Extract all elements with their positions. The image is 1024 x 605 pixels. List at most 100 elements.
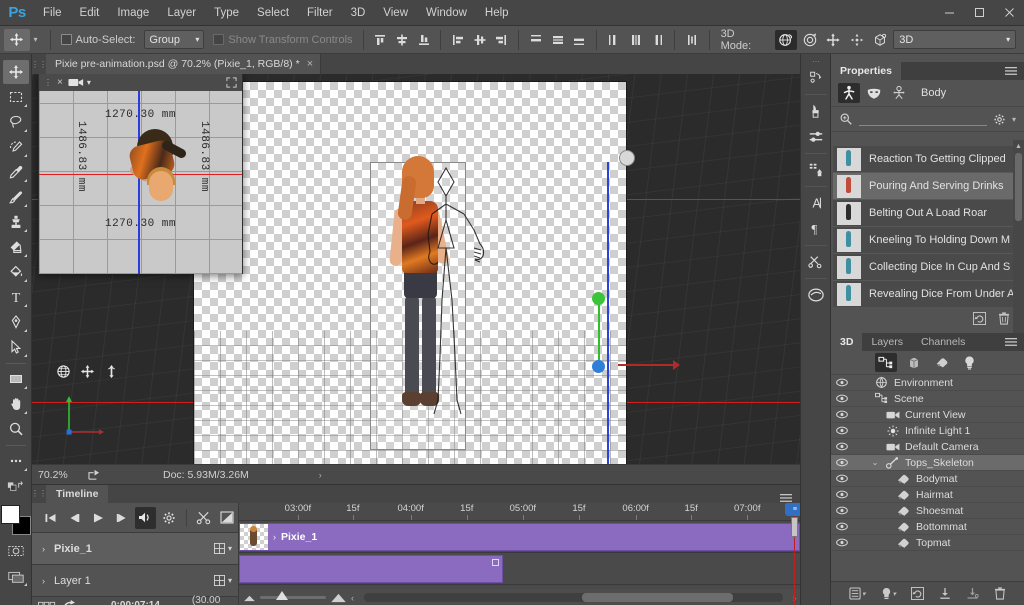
maximize-button[interactable] [964, 0, 994, 26]
menu-help[interactable]: Help [476, 0, 518, 26]
eraser-tool[interactable] [3, 235, 29, 259]
render-icon[interactable] [911, 587, 925, 600]
auto-select-target-dropdown[interactable]: Group ▾ [144, 30, 205, 49]
menu-edit[interactable]: Edit [71, 0, 109, 26]
track-options[interactable]: ▾ [213, 575, 232, 586]
tab-channels[interactable]: Channels [912, 333, 974, 351]
distribute-left-edges-icon[interactable] [604, 30, 624, 50]
tab-properties[interactable]: Properties [831, 62, 901, 80]
timeline-zoom-slider[interactable] [260, 591, 326, 600]
track-options[interactable]: ▾ [213, 543, 232, 554]
visibility-toggle-eye-icon[interactable] [834, 394, 849, 403]
share-icon[interactable] [88, 469, 101, 481]
timeline-clip[interactable] [239, 555, 503, 583]
tree-item-environment[interactable]: Environment [831, 375, 1024, 391]
orbit-globe-icon[interactable] [56, 364, 71, 379]
status-expand-icon[interactable]: › [319, 470, 322, 480]
align-bottom-edges-icon[interactable] [414, 30, 434, 50]
expand-track-caret-icon[interactable]: › [42, 576, 54, 586]
add-mesh-icon[interactable]: ▾ [849, 587, 866, 600]
close-button[interactable] [994, 0, 1024, 26]
path-selection-tool[interactable] [3, 335, 29, 359]
rectangular-marquee-tool[interactable] [3, 85, 29, 109]
scale-3d-icon[interactable] [870, 30, 892, 50]
search-input[interactable] [859, 112, 987, 126]
move-tool[interactable] [2, 60, 29, 84]
go-to-first-frame-button[interactable] [40, 507, 62, 529]
auto-select-box[interactable] [60, 34, 72, 45]
refresh-icon[interactable] [973, 311, 986, 325]
color-swatches[interactable] [0, 505, 31, 535]
delete-icon[interactable] [998, 311, 1010, 325]
distribute-top-edges-icon[interactable] [526, 30, 546, 50]
frame-rate[interactable]: (30.00 fps) [192, 595, 238, 605]
menu-filter[interactable]: Filter [298, 0, 342, 26]
edit-toolbar-tool[interactable] [3, 449, 29, 473]
move-tool-icon[interactable] [4, 28, 30, 51]
distribute-bottom-edges-icon[interactable] [569, 30, 589, 50]
tree-item-scene[interactable]: Scene [831, 391, 1024, 407]
timeline-track-header[interactable]: › Pixie_1 ▾ [32, 533, 238, 565]
clip-expand-caret-icon[interactable]: › [273, 532, 276, 542]
top-view-canvas[interactable]: 1270.30 mm 1270.30 mm 1486.83 mm 1486.83… [39, 91, 242, 274]
slide-3d-icon[interactable] [846, 30, 868, 50]
clone-stamp-tool[interactable] [3, 210, 29, 234]
add-light-icon[interactable]: ▾ [881, 587, 896, 601]
brush-tool[interactable] [3, 185, 29, 209]
menu-view[interactable]: View [374, 0, 417, 26]
show-transform-checkbox[interactable]: Show Transform Controls [210, 34, 355, 46]
body-mode-button[interactable] [838, 83, 860, 103]
animation-list-item[interactable]: Pouring And Serving Drinks [833, 173, 1022, 200]
filter-meshes-button[interactable] [903, 353, 925, 372]
adjustments-icon[interactable] [802, 124, 829, 150]
distribute-spacing-icon[interactable] [682, 30, 702, 50]
foreground-color-swatch[interactable] [0, 505, 20, 524]
y-axis-handle-knob[interactable] [592, 292, 605, 305]
zoom-in-icon[interactable] [330, 593, 347, 603]
distribute-right-edges-icon[interactable] [647, 30, 667, 50]
pivot-handle-top[interactable] [619, 150, 635, 166]
transition-button[interactable] [216, 507, 238, 529]
visibility-toggle-eye-icon[interactable] [834, 506, 849, 515]
type-tool[interactable]: T [3, 285, 29, 309]
hand-tool[interactable] [3, 392, 29, 416]
pan-3d-icon[interactable] [823, 30, 845, 50]
pan-3d-icon[interactable] [80, 364, 95, 379]
delete-icon[interactable] [994, 587, 1006, 600]
visibility-toggle-eye-icon[interactable] [834, 490, 849, 499]
tree-item-topmat[interactable]: Topmat [831, 535, 1024, 551]
workspace-dropdown[interactable]: 3D ▾ [893, 30, 1017, 49]
auto-select-checkbox[interactable]: Auto-Select: [58, 34, 139, 46]
previous-frame-button[interactable] [64, 507, 86, 529]
playhead[interactable]: ≡ [785, 503, 800, 605]
audio-button[interactable] [134, 506, 157, 529]
scrollbar-thumb[interactable] [581, 593, 733, 602]
lasso-tool[interactable] [3, 110, 29, 134]
expand-icon[interactable] [226, 76, 237, 88]
styles-icon[interactable] [802, 157, 829, 183]
tree-item-bodymat[interactable]: Bodymat [831, 471, 1024, 487]
paint-falloff-icon[interactable] [939, 587, 951, 600]
timeline-tracks-area[interactable]: 03:00f 15f 04:00f 15f 05:00f 15f 06:00f 15f 07:0… [239, 503, 800, 605]
animation-list-item[interactable]: Revealing Dice From Under A [833, 281, 1022, 307]
tree-item-shoesmat[interactable]: Shoesmat [831, 503, 1024, 519]
paragraph-icon[interactable]: ¶ [802, 216, 829, 242]
lift-3d-icon[interactable] [104, 364, 119, 379]
tree-item-current-view[interactable]: Current View [831, 407, 1024, 423]
settings-button[interactable] [158, 507, 180, 529]
iblock-icon[interactable] [966, 587, 979, 600]
history-icon[interactable] [802, 65, 829, 91]
gear-icon[interactable] [993, 113, 1006, 126]
scroll-up-icon[interactable]: ▲ [1013, 140, 1024, 152]
close-icon[interactable]: × [307, 58, 313, 70]
paint-bucket-tool[interactable] [3, 260, 29, 284]
animation-list-item[interactable]: Belting Out A Load Roar [833, 200, 1022, 227]
menu-type[interactable]: Type [205, 0, 248, 26]
align-left-edges-icon[interactable] [448, 30, 468, 50]
menu-layer[interactable]: Layer [158, 0, 205, 26]
clip-end-marker[interactable] [491, 559, 499, 566]
timeline-horizontal-scrollbar[interactable] [364, 593, 783, 602]
playhead-marker[interactable] [791, 517, 799, 537]
timeline-ruler[interactable]: 03:00f 15f 04:00f 15f 05:00f 15f 06:00f 15f 07:0… [239, 503, 800, 521]
visibility-toggle-eye-icon[interactable] [834, 378, 849, 387]
